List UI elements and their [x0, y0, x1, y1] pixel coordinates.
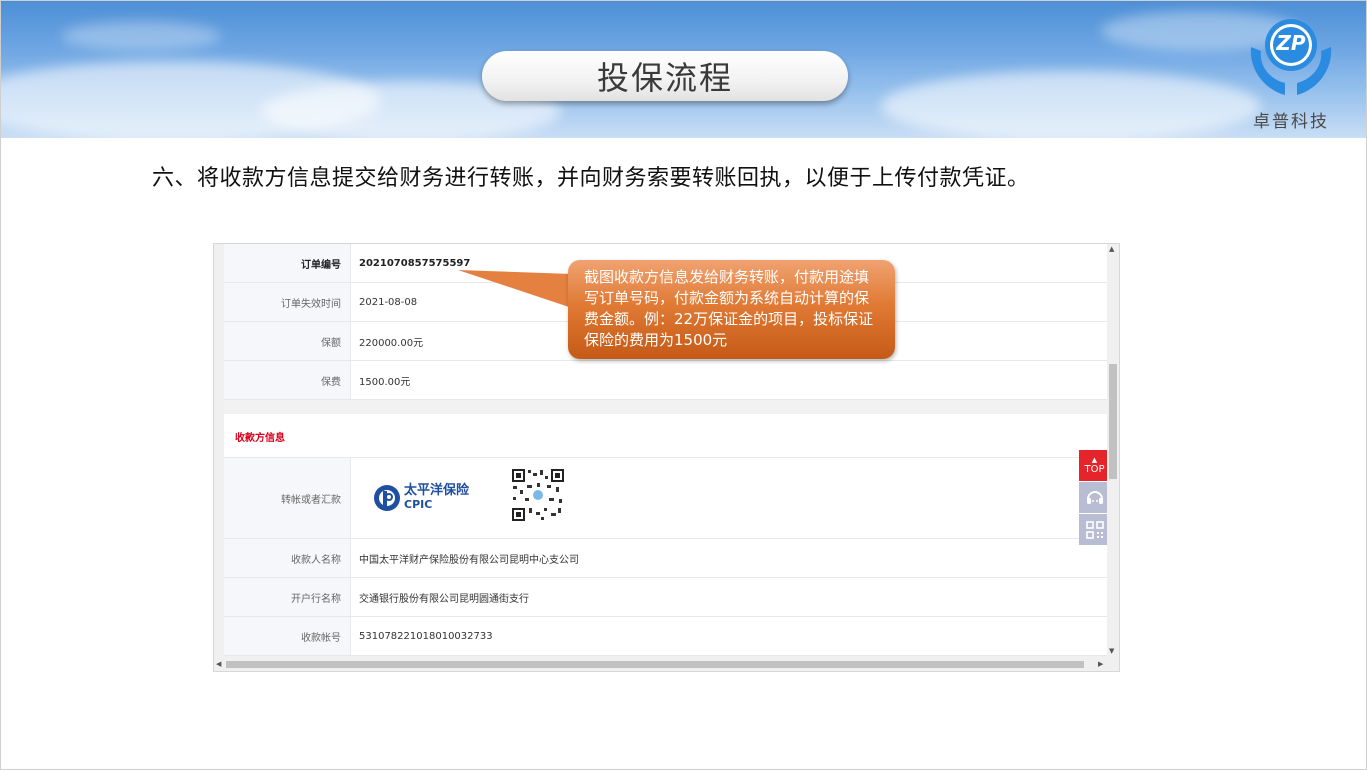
customer-service-button[interactable]	[1079, 482, 1110, 513]
row-value: 2021-08-08	[359, 296, 418, 308]
cpic-name-en: CPIC	[404, 498, 433, 511]
row-label: 收款人名称	[224, 539, 351, 577]
qr-code-button[interactable]	[1079, 514, 1110, 545]
row-value: 1500.00元	[359, 376, 411, 388]
qr-small-icon	[1085, 520, 1104, 539]
vertical-scroll-thumb[interactable]	[1109, 364, 1117, 479]
cpic-logo-icon	[374, 485, 400, 511]
account-number-value: 531078221018010032733	[359, 630, 493, 642]
headset-icon	[1086, 490, 1103, 504]
scroll-left-icon[interactable]: ◀	[216, 660, 221, 668]
scroll-right-icon[interactable]: ▶	[1098, 660, 1103, 668]
caret-up-icon: ▲	[1091, 455, 1098, 464]
top-label: TOP	[1084, 463, 1105, 475]
table-row: 收款人名称 中国太平洋财产保险股份有限公司昆明中心支公司	[224, 539, 1107, 578]
company-logo: ZP 卓普科技	[1245, 13, 1337, 133]
zp-hands-icon	[1250, 19, 1332, 95]
row-label: 开户行名称	[224, 578, 351, 616]
table-row: 转帐或者汇款 太平洋保险 CPIC	[224, 458, 1107, 539]
cpic-logo: 太平洋保险 CPIC	[373, 484, 469, 512]
annotation-callout: 截图收款方信息发给财务转账，付款用途填写订单号码，付款金额为系统自动计算的保费金…	[568, 260, 895, 359]
horizontal-scrollbar[interactable]: ◀ ▶	[214, 657, 1119, 671]
logo-text: 卓普科技	[1253, 112, 1329, 132]
horizontal-scroll-thumb[interactable]	[226, 661, 1084, 668]
table-row: 收款帐号 531078221018010032733	[224, 617, 1107, 656]
scroll-up-icon[interactable]: ▲	[1109, 245, 1114, 253]
section-title: 收款方信息	[235, 433, 285, 444]
slide: 投保流程 ZP 卓普科技 六、将收款方信息提交给财务进行转账，并向财务索要转账回…	[0, 0, 1367, 770]
table-row: 保费 1500.00元	[224, 361, 1107, 400]
row-label: 保额	[224, 322, 351, 360]
row-label: 转帐或者汇款	[224, 458, 351, 538]
payee-name-value: 中国太平洋财产保险股份有限公司昆明中心支公司	[359, 554, 579, 566]
cpic-name-cn: 太平洋保险	[404, 483, 470, 498]
qr-code-icon	[511, 468, 565, 522]
logo-mark: ZP	[1276, 31, 1306, 55]
payee-section-header: 收款方信息	[224, 414, 1107, 458]
scroll-down-icon[interactable]: ▼	[1109, 647, 1114, 655]
row-label: 订单失效时间	[224, 283, 351, 321]
callout-pointer	[458, 270, 572, 308]
table-row: 开户行名称 交通银行股份有限公司昆明圆通街支行	[224, 578, 1107, 617]
back-to-top-button[interactable]: ▲ TOP	[1079, 450, 1110, 481]
row-label: 订单编号	[224, 244, 351, 282]
row-value: 220000.00元	[359, 337, 424, 349]
sky-header: 投保流程 ZP 卓普科技	[1, 1, 1366, 138]
vertical-scrollbar[interactable]: ▲ ▼	[1107, 244, 1118, 656]
row-label: 收款帐号	[224, 617, 351, 655]
bank-name-value: 交通银行股份有限公司昆明圆通街支行	[359, 593, 529, 605]
row-label: 保费	[224, 361, 351, 399]
order-number-value: 2021070857575597	[359, 257, 471, 269]
transfer-methods: 太平洋保险 CPIC	[351, 458, 659, 538]
step-description: 六、将收款方信息提交给财务进行转账，并向财务索要转账回执，以便于上传付款凭证。	[152, 166, 1030, 191]
page-title: 投保流程	[482, 51, 848, 101]
